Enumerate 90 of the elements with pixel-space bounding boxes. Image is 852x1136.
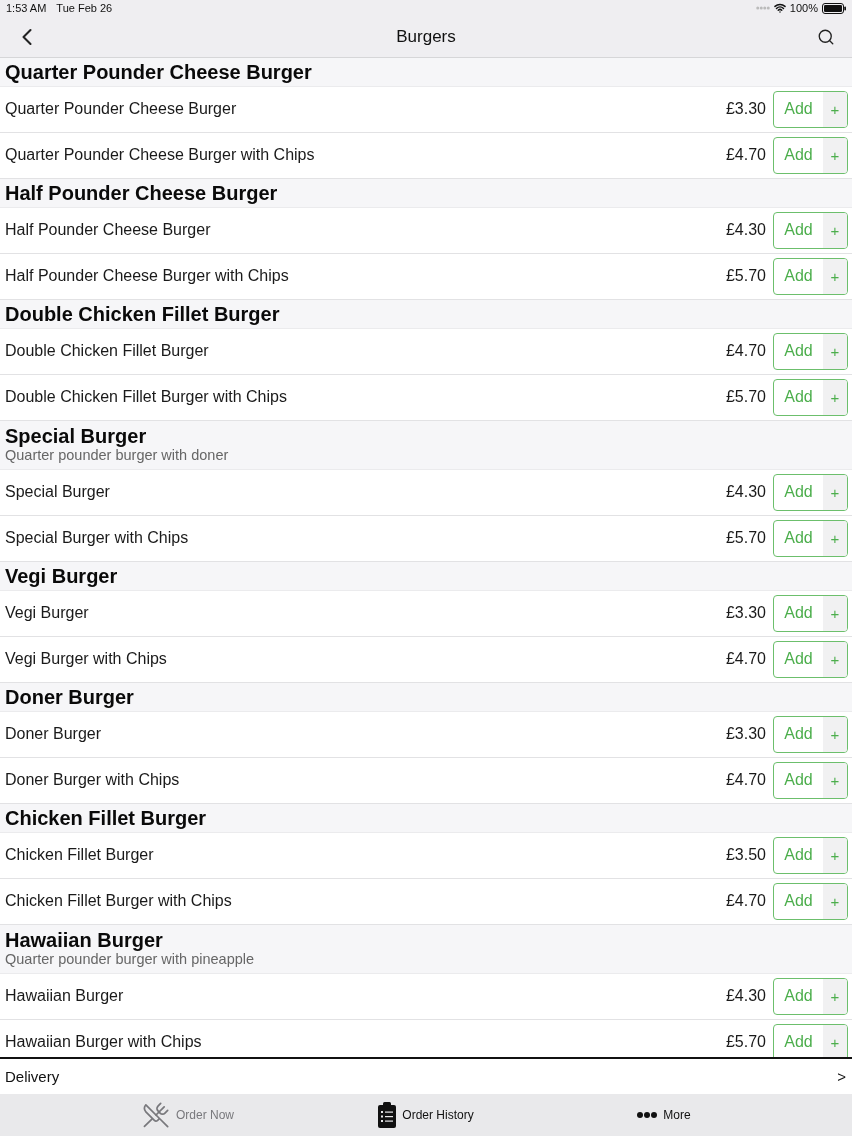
signal-icon <box>755 6 770 10</box>
plus-segment[interactable]: + <box>823 212 847 248</box>
item-name: Vegi Burger with Chips <box>5 650 168 668</box>
item-name: Special Burger <box>5 483 111 501</box>
plus-segment[interactable]: + <box>823 258 847 294</box>
add-button[interactable]: Add + <box>773 836 848 874</box>
item-price: £5.70 <box>725 267 766 285</box>
section-title: Doner Burger <box>5 686 135 708</box>
item-name: Half Pounder Cheese Burger with Chips <box>5 267 290 285</box>
utensils-icon <box>142 1101 170 1129</box>
item-name: Vegi Burger <box>5 604 90 622</box>
item-price: £5.70 <box>725 529 766 547</box>
plus-segment[interactable]: + <box>823 762 847 798</box>
chevron-text: > <box>837 1068 846 1085</box>
plus-segment[interactable]: + <box>823 716 847 752</box>
add-button[interactable]: Add + <box>773 211 848 249</box>
tab-item[interactable]: Order History <box>378 1099 474 1131</box>
item-name: Quarter Pounder Cheese Burger <box>5 100 238 118</box>
add-button[interactable]: Add + <box>773 473 848 511</box>
plus-segment[interactable]: + <box>823 1024 847 1057</box>
item-price: £4.70 <box>725 146 766 164</box>
item-name: Doner Burger <box>5 725 103 743</box>
item-price: £4.70 <box>725 892 766 910</box>
section-title: Half Pounder Cheese Burger <box>5 182 279 204</box>
item-price: £3.50 <box>725 846 766 864</box>
section-title: Hawaiian Burger <box>5 929 164 951</box>
plus-segment[interactable]: + <box>823 595 847 631</box>
delivery-label: Delivery <box>5 1068 60 1085</box>
add-button[interactable]: Add + <box>773 90 848 128</box>
section-title: Special Burger <box>5 425 148 447</box>
add-button[interactable]: Add + <box>773 519 848 557</box>
item-name: Double Chicken Fillet Burger with Chips <box>5 388 288 406</box>
item-name: Chicken Fillet Burger with Chips <box>5 892 233 910</box>
item-price: £4.70 <box>725 771 766 789</box>
nav-title: Burgers <box>396 26 456 47</box>
section-title: Vegi Burger <box>5 565 119 587</box>
plus-segment[interactable]: + <box>823 333 847 369</box>
add-button[interactable]: Add + <box>773 594 848 632</box>
add-button[interactable]: Add + <box>773 715 848 753</box>
section-subtitle: Quarter pounder burger with doner <box>5 447 230 464</box>
clipboard-icon <box>378 1102 397 1128</box>
tab-item[interactable]: Order Now <box>142 1099 234 1131</box>
plus-segment[interactable]: + <box>823 978 847 1014</box>
plus-segment[interactable]: + <box>823 883 847 919</box>
add-button[interactable]: Add + <box>773 640 848 678</box>
section-title: Double Chicken Fillet Burger <box>5 303 281 325</box>
plus-segment[interactable]: + <box>823 641 847 677</box>
add-button[interactable]: Add + <box>773 332 848 370</box>
status-time: 1:53 AM <box>6 1 47 15</box>
plus-segment[interactable]: + <box>823 379 847 415</box>
item-price: £3.30 <box>725 604 766 622</box>
search-icon <box>817 27 835 46</box>
section-title: Chicken Fillet Burger <box>5 807 208 829</box>
item-name: Half Pounder Cheese Burger <box>5 221 212 239</box>
item-name: Quarter Pounder Cheese Burger with Chips <box>5 146 316 164</box>
tab-item[interactable]: More <box>637 1099 691 1131</box>
item-price: £4.30 <box>725 221 766 239</box>
add-button[interactable]: Add + <box>773 136 848 174</box>
item-price: £4.30 <box>725 483 766 501</box>
item-price: £4.70 <box>725 342 766 360</box>
item-name: Special Burger with Chips <box>5 529 190 547</box>
item-name: Doner Burger with Chips <box>5 771 181 789</box>
item-price: £5.70 <box>725 388 766 406</box>
item-name: Double Chicken Fillet Burger <box>5 342 210 360</box>
add-button[interactable]: Add + <box>773 378 848 416</box>
item-name: Chicken Fillet Burger <box>5 846 155 864</box>
dots-icon <box>637 1112 658 1118</box>
plus-segment[interactable]: + <box>823 520 847 556</box>
add-button[interactable]: Add + <box>773 882 848 920</box>
battery-icon <box>822 2 846 14</box>
add-button[interactable]: Add + <box>773 1023 848 1057</box>
plus-segment[interactable]: + <box>823 137 847 173</box>
plus-segment[interactable]: + <box>823 837 847 873</box>
item-price: £3.30 <box>725 100 766 118</box>
item-price: £3.30 <box>725 725 766 743</box>
status-date: Tue Feb 26 <box>56 1 113 15</box>
add-button[interactable]: Add + <box>773 977 848 1015</box>
plus-segment[interactable]: + <box>823 474 847 510</box>
battery-percent: 100% <box>789 1 818 15</box>
item-price: £4.70 <box>725 650 766 668</box>
plus-segment[interactable]: + <box>823 91 847 127</box>
item-price: £5.70 <box>725 1033 766 1051</box>
item-price: £4.30 <box>725 987 766 1005</box>
wifi-icon <box>773 2 786 14</box>
add-button[interactable]: Add + <box>773 761 848 799</box>
item-name: Hawaiian Burger <box>5 987 125 1005</box>
section-title: Quarter Pounder Cheese Burger <box>5 61 313 83</box>
section-subtitle: Quarter pounder burger with pineapple <box>5 951 256 968</box>
item-name: Hawaiian Burger with Chips <box>5 1033 203 1051</box>
add-button[interactable]: Add + <box>773 257 848 295</box>
